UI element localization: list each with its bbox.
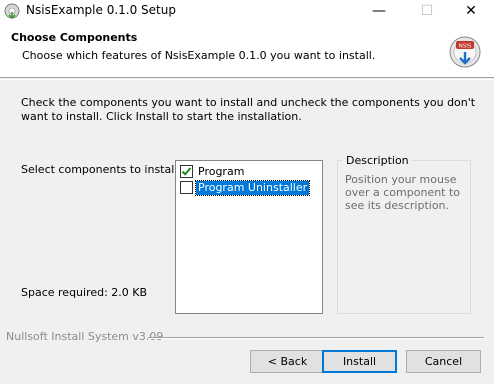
description-group: Description Position your mouse over a c… (337, 154, 471, 314)
installer-app-icon (4, 3, 20, 19)
instructions-text: Check the components you want to install… (21, 96, 476, 123)
back-button[interactable]: < Back (250, 350, 325, 373)
close-button[interactable]: ✕ (448, 0, 494, 22)
minimize-button[interactable]: — (356, 0, 402, 22)
svg-text:NSIS: NSIS (459, 43, 472, 49)
program-checkbox[interactable] (180, 165, 193, 178)
cancel-button[interactable]: Cancel (406, 350, 481, 373)
components-tree[interactable]: Program Program Uninstaller (175, 160, 323, 314)
maximize-icon: ☐ (420, 3, 434, 19)
title-bar: NsisExample 0.1.0 Setup — ☐ ✕ (0, 0, 494, 22)
header-divider (0, 79, 494, 80)
component-label: Program (198, 164, 245, 178)
window-title: NsisExample 0.1.0 Setup (26, 3, 176, 17)
maximize-button: ☐ (404, 0, 450, 22)
select-components-label: Select components to install: (21, 163, 182, 176)
minimize-icon: — (372, 3, 386, 19)
install-button[interactable]: Install (322, 350, 397, 373)
page-header: Choose Components Choose which features … (0, 22, 494, 78)
component-item-program-uninstaller[interactable]: Program Uninstaller (180, 179, 311, 196)
component-item-program[interactable]: Program (180, 164, 246, 179)
description-text: Position your mouse over a component to … (345, 173, 461, 212)
description-title: Description (343, 154, 412, 167)
nsis-branding: Nullsoft Install System v3.09 (6, 330, 164, 343)
page-subtitle: Choose which features of NsisExample 0.1… (22, 49, 376, 62)
space-required-label: Space required: 2.0 KB (21, 286, 148, 299)
page-title: Choose Components (11, 31, 138, 44)
checkmark-icon (181, 167, 192, 176)
close-icon: ✕ (465, 3, 477, 19)
installer-disk-icon: NSIS (449, 36, 481, 68)
footer-divider (148, 337, 484, 339)
component-label: Program Uninstaller (194, 179, 311, 196)
program-uninstaller-checkbox[interactable] (180, 181, 193, 194)
